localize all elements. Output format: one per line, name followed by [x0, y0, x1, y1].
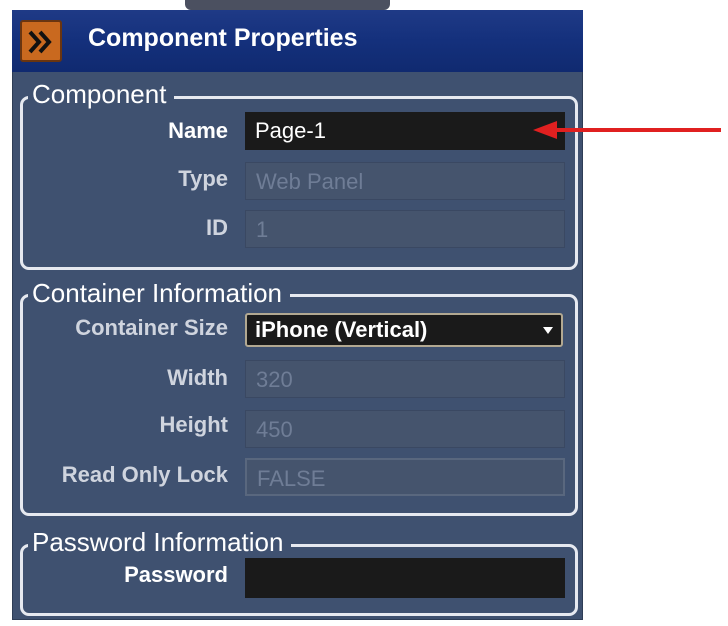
name-field[interactable]: Page-1 [245, 112, 565, 150]
red-arrow-icon [533, 121, 721, 139]
height-field: 450 [245, 410, 565, 448]
panel-title: Component Properties [88, 24, 358, 52]
container-size-label: Container Size [75, 315, 228, 340]
component-properties-panel: Component Properties Component Name Page… [12, 10, 583, 620]
password-field[interactable] [245, 558, 565, 598]
chevron-down-icon[interactable] [543, 327, 553, 334]
read-only-lock-label: Read Only Lock [61, 462, 228, 487]
id-field: 1 [245, 210, 565, 248]
width-field: 320 [245, 360, 565, 398]
container-size-select[interactable]: iPhone (Vertical) [245, 313, 563, 347]
name-label: Name [168, 118, 228, 143]
component-group-legend: Component [28, 80, 175, 108]
type-field: Web Panel [245, 162, 565, 200]
title-bar: Component Properties [12, 10, 583, 72]
password-label: Password [124, 562, 228, 587]
width-label: Width [167, 365, 228, 390]
double-chevron-right-icon[interactable] [20, 20, 62, 62]
top-tab-handle [185, 0, 390, 10]
height-label: Height [159, 412, 228, 437]
id-label: ID [206, 215, 228, 240]
type-label: Type [178, 166, 228, 191]
container-info-legend: Container Information [28, 279, 291, 307]
password-info-legend: Password Information [28, 528, 292, 556]
read-only-lock-field: FALSE [245, 458, 565, 496]
container-size-value: iPhone (Vertical) [255, 317, 428, 342]
